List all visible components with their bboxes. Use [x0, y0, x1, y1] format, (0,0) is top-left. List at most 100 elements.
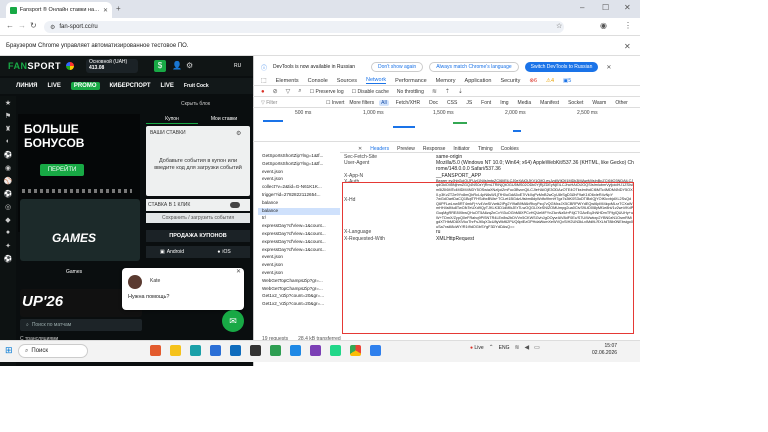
search-network-icon[interactable]: ⌕	[298, 88, 301, 95]
forward-icon[interactable]: →	[18, 21, 26, 30]
request-row[interactable]: trigger?id=2782822112654...	[258, 192, 340, 200]
download-icon[interactable]: ⇣	[458, 88, 463, 95]
windows-start-icon[interactable]: ⊞	[5, 345, 13, 356]
menu-live-2[interactable]: LIVE	[161, 83, 174, 89]
wifi-icon[interactable]: ≋	[432, 88, 437, 95]
request-row[interactable]: WebGetTopChampsZip?gr=...	[258, 286, 340, 294]
volume-icon[interactable]: ◀	[525, 344, 530, 351]
sport-icon-c[interactable]: ◐	[0, 135, 16, 148]
filter-fetch[interactable]: Fetch/XHR	[394, 100, 422, 106]
menu-live[interactable]: LIVE	[47, 83, 60, 89]
sport-icon-g[interactable]: ⚽	[0, 187, 16, 200]
tab-timing[interactable]: Timing	[478, 146, 493, 152]
site-info-icon[interactable]: ⚙	[50, 24, 55, 31]
filter-css[interactable]: CSS	[445, 100, 459, 106]
filter-manifest[interactable]: Manifest	[538, 100, 561, 106]
app-icon-terminal[interactable]	[250, 345, 261, 356]
sport-icon-k[interactable]: ✦	[0, 239, 16, 252]
preserve-log-checkbox[interactable]: ☐ Preserve log	[310, 89, 344, 95]
notice-close-icon[interactable]: ✕	[606, 64, 611, 71]
upload-icon[interactable]: ⇡	[445, 88, 450, 95]
tab-memory[interactable]: Memory	[436, 78, 456, 84]
tab-security[interactable]: Security	[500, 78, 520, 84]
request-row[interactable]: balance	[258, 200, 340, 208]
live-badge[interactable]: ● Live	[470, 345, 484, 351]
throttling-select[interactable]: No throttling	[397, 89, 424, 95]
tab-preview[interactable]: Preview	[397, 146, 415, 152]
filter-all[interactable]: All	[379, 99, 389, 106]
filter-icon[interactable]: ▽	[286, 88, 291, 95]
request-row[interactable]: Get1x2_VZip?count=20&gr=...	[258, 301, 340, 309]
close-window-icon[interactable]: ✕	[624, 3, 631, 12]
profile-icon[interactable]: ◉	[600, 21, 607, 30]
games-tile[interactable]	[20, 199, 140, 261]
app-icon-photos[interactable]	[150, 345, 161, 356]
settings-icon[interactable]: ⚙	[186, 61, 193, 70]
clear-icon[interactable]: ⊘	[273, 88, 278, 95]
request-row[interactable]: event.json	[258, 254, 340, 262]
menu-dots-icon[interactable]: ⋮	[624, 21, 632, 30]
request-row[interactable]: balance	[258, 207, 340, 216]
app-icon-mail[interactable]	[230, 345, 241, 356]
maximize-icon[interactable]: ☐	[602, 3, 609, 12]
sport-icon-i[interactable]: ◆	[0, 213, 16, 226]
sport-icon-e[interactable]: ◉	[0, 161, 16, 174]
record-icon[interactable]: ●	[261, 89, 265, 95]
tab-sources[interactable]: Sources	[337, 78, 357, 84]
taskbar-clock[interactable]: 15:07 02.06.2026	[592, 343, 617, 357]
filter-other[interactable]: Other	[613, 100, 630, 106]
browser-tab[interactable]: Fansport ® Онлайн ставки на спорт ✕	[6, 2, 112, 18]
app-icon-chrome[interactable]	[350, 345, 361, 356]
disable-cache-checkbox[interactable]: ☐ Disable cache	[352, 89, 389, 95]
sport-icon-d[interactable]: ⚽	[0, 148, 16, 161]
app-icon-explorer[interactable]	[170, 345, 181, 356]
request-row[interactable]: GetSportsShortZip?lng=1&tf...	[258, 161, 340, 169]
sport-icon-l[interactable]: ⚽	[0, 252, 16, 265]
chat-bubble-icon[interactable]: ✉	[222, 310, 244, 332]
warning-count[interactable]: ⚠4	[546, 78, 554, 84]
one-click-toggle[interactable]	[230, 202, 240, 208]
bookmark-star-icon[interactable]: ☆	[556, 22, 562, 30]
star-icon[interactable]: ★	[0, 96, 16, 109]
app-icon-visual-studio[interactable]	[310, 345, 321, 356]
request-row[interactable]: WebGetTopChampsZip?gr=...	[258, 278, 340, 286]
support-chat-popup[interactable]	[122, 268, 244, 310]
wifi-icon[interactable]: ≋	[514, 344, 519, 351]
filter-wasm[interactable]: Wasm	[590, 100, 608, 106]
app-icon-store[interactable]	[210, 345, 221, 356]
infobar-close-icon[interactable]: ✕	[624, 42, 631, 51]
request-row[interactable]: expressDay?cfView=1&count...	[258, 239, 340, 247]
back-icon[interactable]: ←	[6, 21, 14, 30]
android-button[interactable]: ▣ Android	[146, 246, 198, 258]
always-match-button[interactable]: Always match Chrome's language	[429, 62, 519, 72]
tab-response[interactable]: Response	[423, 146, 446, 152]
site-logo[interactable]: FANSPORT	[8, 61, 61, 71]
sport-icon-f[interactable]: ⚾	[0, 174, 16, 187]
match-search-input[interactable]: ⌕ Поиск по матчам	[20, 319, 142, 331]
invert-checkbox[interactable]: ☐ Invert	[326, 100, 344, 106]
balance-box[interactable]: Основной (UAH) 413.08	[86, 59, 138, 73]
deposit-button[interactable]: $	[154, 60, 166, 72]
request-row[interactable]: Get1x2_VZip?count=20&gr=...	[258, 293, 340, 301]
carousel-dots[interactable]	[22, 189, 132, 193]
app-icon-blue[interactable]	[290, 345, 301, 356]
tab-console[interactable]: Console	[308, 78, 328, 84]
settings-gear-icon[interactable]: ⚙	[236, 130, 241, 137]
request-row[interactable]: event.json	[258, 176, 340, 184]
filter-img[interactable]: Img	[498, 100, 510, 106]
tab-cookies[interactable]: Cookies	[501, 146, 519, 152]
taskbar-search[interactable]: ⌕ Поиск	[18, 344, 88, 358]
minimize-icon[interactable]: –	[580, 3, 584, 12]
tab-network[interactable]: Network	[365, 77, 387, 84]
filter-socket[interactable]: Socket	[566, 100, 585, 106]
app-icon-edge[interactable]	[190, 345, 201, 356]
menu-fruit[interactable]: Fruit Cock	[184, 83, 209, 89]
menu-line[interactable]: ЛИНИЯ	[16, 83, 37, 89]
inspect-icon[interactable]: ⬚	[261, 77, 267, 84]
battery-icon[interactable]: ▭	[534, 344, 540, 351]
tab-my-stakes[interactable]: Мои ставки	[198, 114, 250, 124]
filter-media[interactable]: Media	[516, 100, 534, 106]
tab-headers[interactable]: Headers	[370, 146, 389, 152]
address-bar[interactable]: ⚙ fan-sport.cc/ru	[44, 21, 564, 33]
chat-close-icon[interactable]: ✕	[236, 268, 241, 275]
